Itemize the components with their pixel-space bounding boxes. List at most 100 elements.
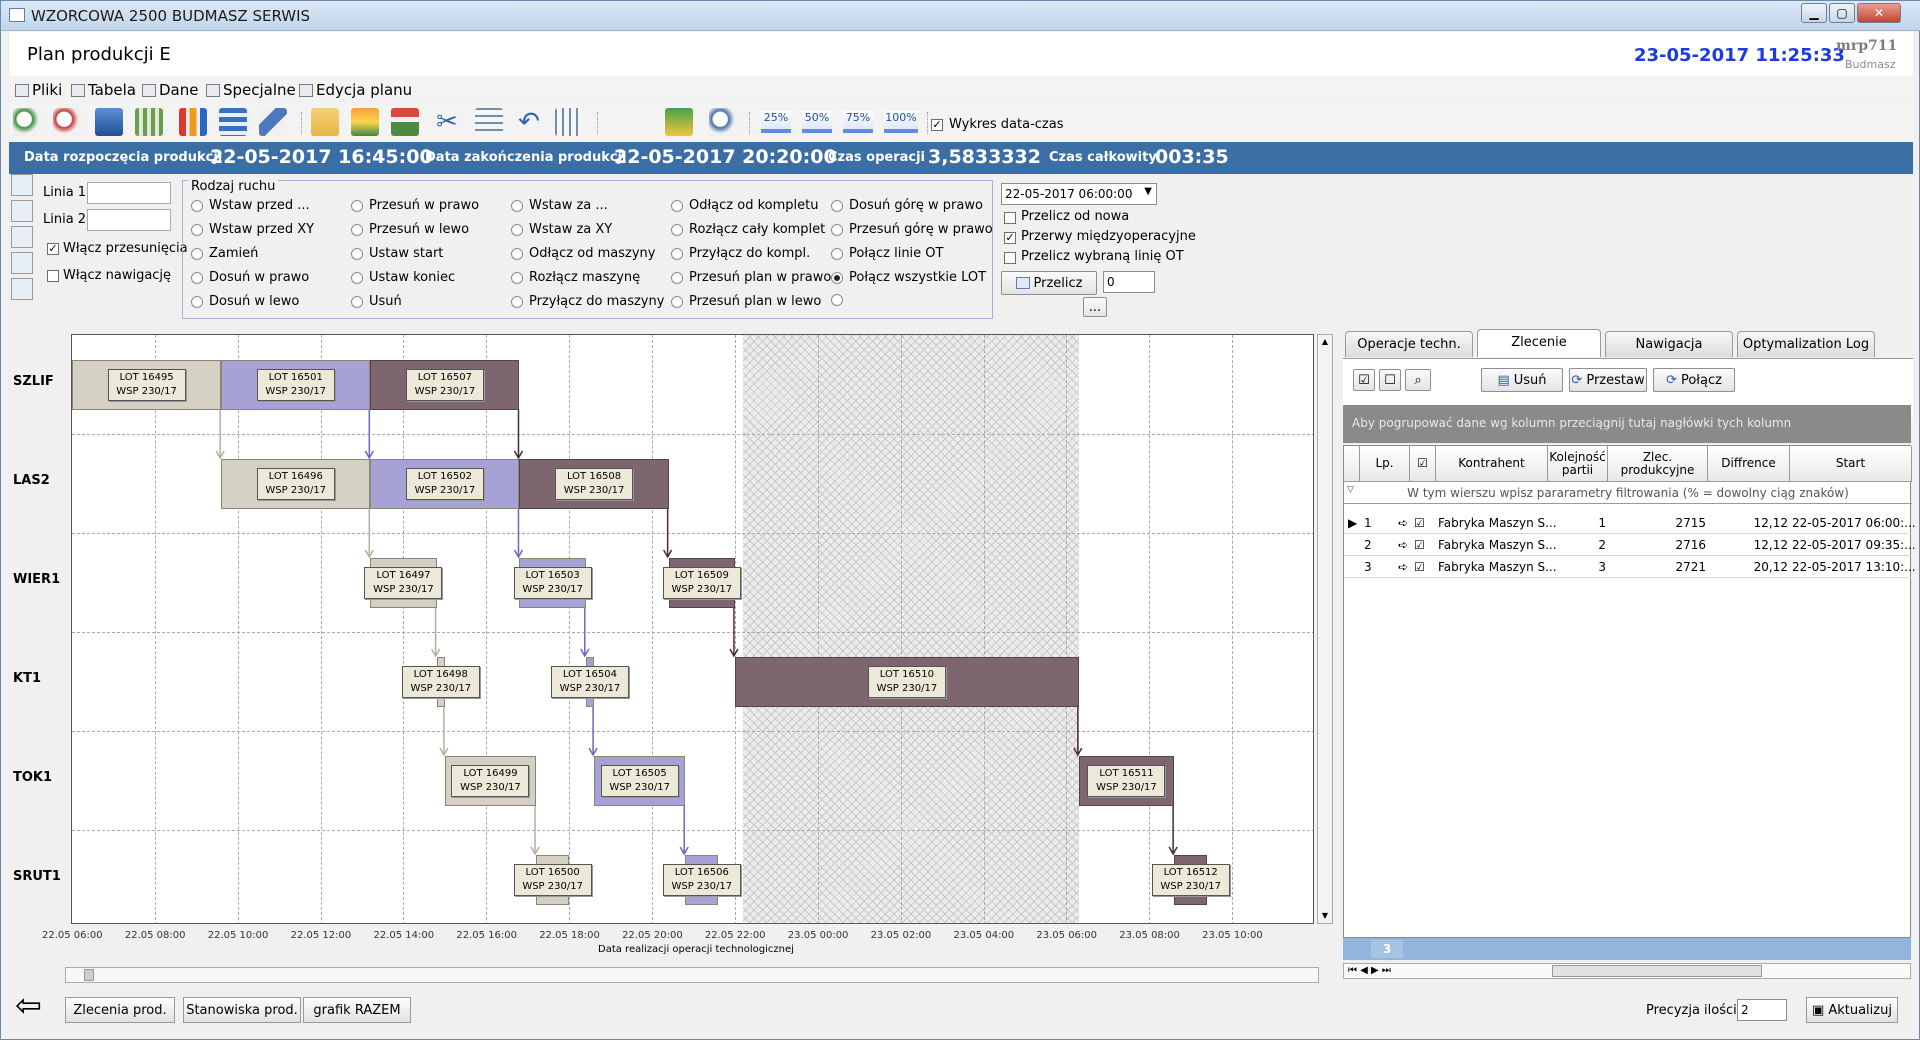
- chart-datetime-checkbox[interactable]: ✓: [931, 119, 943, 131]
- side-tab-tags-icon[interactable]: [11, 252, 33, 274]
- radio-button[interactable]: [351, 295, 363, 308]
- radio-button[interactable]: [671, 199, 683, 212]
- radio-button[interactable]: [831, 247, 843, 260]
- move-option[interactable]: Wstaw za ...: [511, 198, 608, 213]
- move-option[interactable]: Rozłącz maszynę: [511, 270, 640, 285]
- tag-icon[interactable]: [259, 108, 287, 136]
- table-row[interactable]: 3 ➪ ☑ Fabryka Maszyn S... 3 2721 20,12 22-05-20…: [1344, 556, 1916, 578]
- move-option[interactable]: Wstaw za XY: [511, 222, 612, 237]
- grid-column-header[interactable]: Lp.: [1360, 446, 1410, 482]
- scroll-thumb[interactable]: [84, 969, 94, 981]
- cut-icon[interactable]: ✂: [433, 108, 461, 136]
- tab-operacje[interactable]: Operacje techn.: [1345, 331, 1473, 357]
- radio-button[interactable]: [351, 199, 363, 212]
- lot-label[interactable]: LOT 16495 WSP 230/17: [107, 369, 186, 401]
- move-option[interactable]: Usuń: [351, 294, 402, 309]
- move-option[interactable]: Przesuń górę w prawo: [831, 222, 993, 237]
- table-row[interactable]: 2 ➪ ☑ Fabryka Maszyn S... 2 2716 12,12 22-05-20…: [1344, 534, 1916, 556]
- close-button[interactable]: ✕: [1857, 3, 1901, 23]
- lot-label[interactable]: LOT 16502 WSP 230/17: [405, 468, 484, 500]
- menu-dane[interactable]: Dane: [142, 81, 198, 99]
- grid-icon[interactable]: [135, 108, 163, 136]
- move-option[interactable]: Odłącz od kompletu: [671, 198, 818, 213]
- move-option[interactable]: Przesuń w prawo: [351, 198, 479, 213]
- move-option[interactable]: Zamień: [191, 246, 258, 261]
- lot-label[interactable]: LOT 16511 WSP 230/17: [1087, 765, 1166, 797]
- zoom-50-button[interactable]: 50%: [802, 111, 832, 133]
- lot-label[interactable]: LOT 16501 WSP 230/17: [256, 369, 335, 401]
- grid-column-header[interactable]: Zlec. produkcyjne: [1608, 446, 1708, 482]
- radio-button[interactable]: [191, 271, 203, 284]
- move-option[interactable]: Dosuń górę w prawo: [831, 198, 983, 213]
- line1-input[interactable]: [87, 182, 171, 204]
- lot-label[interactable]: LOT 16500 WSP 230/17: [513, 864, 592, 896]
- undo-icon[interactable]: ↶: [515, 108, 543, 136]
- remove-icon[interactable]: [391, 108, 419, 136]
- lot-label[interactable]: LOT 16496 WSP 230/17: [256, 468, 335, 500]
- bar-chart-icon[interactable]: [179, 108, 207, 136]
- row-checkbox[interactable]: ☑: [1414, 538, 1425, 552]
- menu-edycja-planu[interactable]: Edycja planu: [299, 81, 412, 99]
- breaks-checkbox[interactable]: ✓: [1004, 232, 1016, 244]
- move-option[interactable]: Wstaw przed ...: [191, 198, 310, 213]
- radio-button[interactable]: [831, 294, 843, 306]
- lot-label[interactable]: LOT 16498 WSP 230/17: [401, 666, 480, 698]
- move-option[interactable]: Połącz wszystkie LOT: [831, 270, 986, 285]
- radio-button[interactable]: [671, 295, 683, 308]
- checklist-icon[interactable]: [311, 108, 339, 136]
- shift-checkbox[interactable]: ✓: [47, 243, 59, 255]
- zoom-100-button[interactable]: 100%: [884, 111, 918, 133]
- lot-label[interactable]: LOT 16497 WSP 230/17: [364, 567, 443, 599]
- table-row[interactable]: ▶ 1 ➪ ☑ Fabryka Maszyn S... 1 2715 12,12 22-05-2…: [1344, 512, 1916, 534]
- radio-button[interactable]: [351, 223, 363, 236]
- side-tab-plan-icon[interactable]: [11, 174, 33, 196]
- radio-button[interactable]: [191, 199, 203, 212]
- recalc-button[interactable]: Przelicz: [1001, 271, 1097, 295]
- tab-zlecenie-nadrzedne[interactable]: Zlecenie nadrzędne: [1477, 329, 1601, 376]
- grid-column-header[interactable]: ☑: [1410, 446, 1436, 482]
- deselect-all-icon[interactable]: ☐: [1379, 369, 1401, 391]
- search-icon[interactable]: [709, 108, 737, 136]
- precision-stepper[interactable]: 2: [1737, 999, 1787, 1021]
- back-arrow-icon[interactable]: ⇦: [15, 989, 51, 1021]
- move-option[interactable]: Wstaw przed XY: [191, 222, 314, 237]
- lot-label[interactable]: LOT 16506 WSP 230/17: [662, 864, 741, 896]
- grid-column-header[interactable]: Start: [1790, 446, 1912, 482]
- radio-button[interactable]: [671, 271, 683, 284]
- lot-label[interactable]: LOT 16508 WSP 230/17: [555, 468, 634, 500]
- lot-label[interactable]: LOT 16507 WSP 230/17: [405, 369, 484, 401]
- lot-label[interactable]: LOT 16510 WSP 230/17: [867, 666, 946, 698]
- radio-button[interactable]: [831, 223, 843, 236]
- insert-icon[interactable]: [351, 108, 379, 136]
- scroll-up-icon[interactable]: ▲: [1319, 337, 1331, 347]
- move-option[interactable]: Dosuń w lewo: [191, 294, 299, 309]
- lot-label[interactable]: LOT 16509 WSP 230/17: [662, 567, 741, 599]
- side-tab-view-icon[interactable]: [11, 200, 33, 222]
- grid-column-header[interactable]: Kolejność partii: [1548, 446, 1608, 482]
- select-all-icon[interactable]: ☑: [1353, 369, 1375, 391]
- side-tab-users-icon[interactable]: [11, 226, 33, 248]
- move-option[interactable]: Dosuń w prawo: [191, 270, 309, 285]
- radio-button[interactable]: [671, 247, 683, 260]
- workstations-button[interactable]: Stanowiska prod.: [183, 997, 301, 1023]
- recalc-new-checkbox[interactable]: [1004, 212, 1016, 224]
- radio-button[interactable]: [351, 271, 363, 284]
- update-button[interactable]: ▣ Aktualizuj: [1806, 997, 1898, 1023]
- grid-column-header[interactable]: Diffrence: [1708, 446, 1790, 482]
- lot-label[interactable]: LOT 16504 WSP 230/17: [550, 666, 629, 698]
- move-option[interactable]: Przesuń w lewo: [351, 222, 469, 237]
- grid-corner[interactable]: [1344, 446, 1360, 482]
- tab-optymalization-log[interactable]: Optymalization Log: [1737, 331, 1875, 357]
- join-button[interactable]: ⟳ Połącz: [1653, 368, 1735, 392]
- lot-label[interactable]: LOT 16503 WSP 230/17: [513, 567, 592, 599]
- group-by-area[interactable]: Aby pogrupować dane wg kolumn przeciągni…: [1343, 405, 1911, 443]
- side-tab-calendar-icon[interactable]: [11, 278, 33, 300]
- move-option[interactable]: Przesuń plan w lewo: [671, 294, 821, 309]
- gantt-horizontal-scrollbar[interactable]: [65, 967, 1319, 983]
- radio-button[interactable]: [511, 223, 523, 236]
- menu-specjalne[interactable]: Specjalne: [206, 81, 296, 99]
- radio-button[interactable]: [191, 223, 203, 236]
- navigation-checkbox[interactable]: [47, 270, 59, 282]
- nav-first-icon[interactable]: ⏮ ◀ ▶ ⏭: [1348, 965, 1391, 976]
- minimize-button[interactable]: ▁: [1801, 3, 1827, 23]
